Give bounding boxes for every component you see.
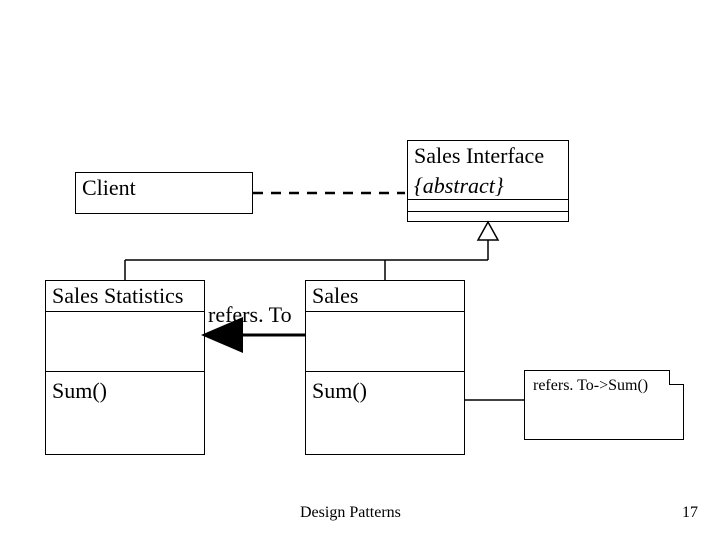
class-client-name: Client xyxy=(76,173,252,203)
class-sales-statistics-op: Sum() xyxy=(46,376,113,406)
class-sales: Sales Sum() xyxy=(305,280,465,455)
class-sales-statistics-name: Sales Statistics xyxy=(46,281,204,311)
class-sales-op: Sum() xyxy=(306,376,373,406)
class-sales-interface: Sales Interface {abstract} xyxy=(407,140,569,222)
slide-number: 17 xyxy=(682,504,698,522)
class-sales-statistics: Sales Statistics Sum() xyxy=(45,280,205,455)
class-sales-interface-name: Sales Interface xyxy=(408,141,568,171)
footer-caption: Design Patterns xyxy=(300,504,401,522)
association-refers-to-label: refers. To xyxy=(208,302,292,328)
class-client: Client xyxy=(75,172,253,214)
note-fold-icon xyxy=(669,370,684,385)
generalization-arrowhead-icon xyxy=(478,222,498,240)
class-sales-name: Sales xyxy=(306,281,464,311)
note-text: refers. To->Sum() xyxy=(525,371,683,401)
diagram-canvas: Client Sales Interface {abstract} Sales … xyxy=(0,0,720,540)
class-sales-interface-stereotype: {abstract} xyxy=(408,171,568,201)
connectors xyxy=(0,0,720,540)
note-refers-to-sum: refers. To->Sum() xyxy=(524,370,684,440)
